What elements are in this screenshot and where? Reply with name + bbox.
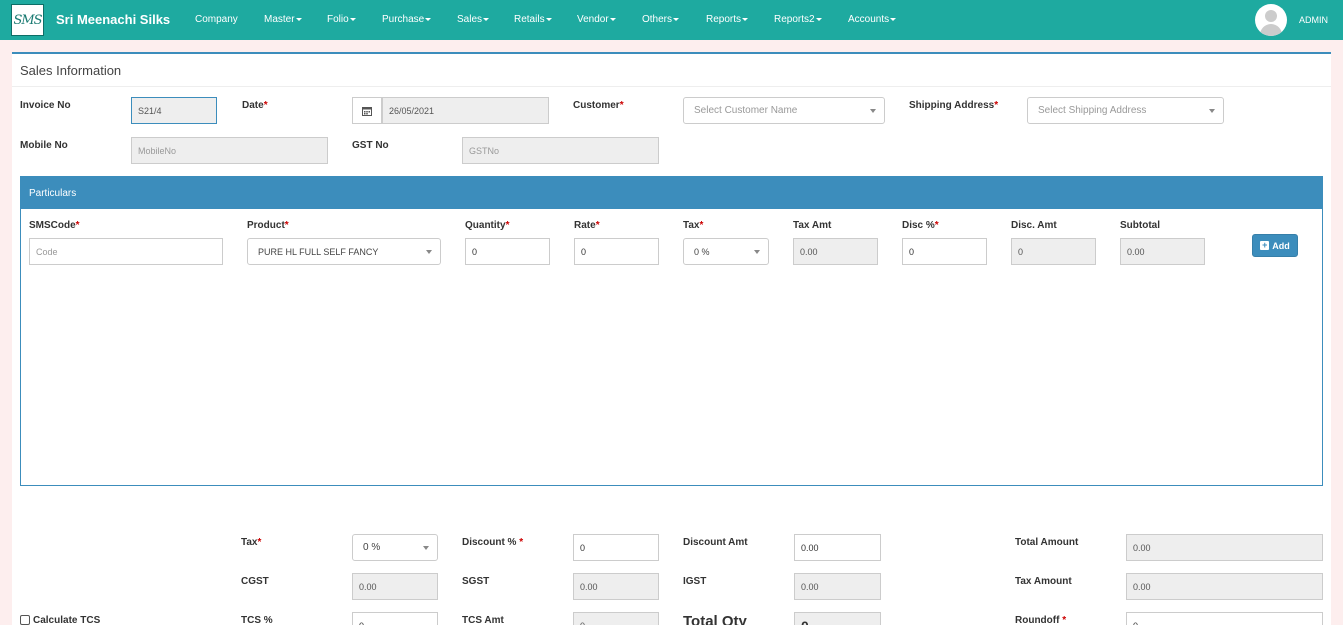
nav-vendor[interactable]: Vendor (577, 14, 616, 25)
brand-logo[interactable]: SMS (11, 4, 44, 36)
nav-master[interactable]: Master (264, 14, 302, 25)
tax-amt-label: Tax Amt (793, 220, 832, 231)
caret-down-icon (742, 17, 749, 21)
caret-down-icon (890, 17, 897, 21)
discount-pct-label: Discount % * (462, 537, 524, 548)
sgst-label: SGST (462, 576, 490, 587)
caret-down-icon (349, 17, 356, 21)
subtotal-label: Subtotal (1120, 220, 1160, 231)
cgst-label: CGST (241, 576, 269, 587)
customer-label: Customer* (573, 100, 624, 111)
plus-square-icon: + (1260, 240, 1270, 250)
tcs-pct-label: TCS % (241, 615, 273, 625)
discount-pct-input[interactable]: 0 (573, 534, 659, 561)
quantity-input[interactable]: 0 (465, 238, 550, 265)
shipping-address-select[interactable]: Select Shipping Address (1027, 97, 1224, 124)
tax-label: Tax* (683, 220, 704, 231)
tax-select[interactable]: 0 % (683, 238, 769, 265)
chevron-down-icon (423, 546, 429, 550)
nav-reports[interactable]: Reports (706, 14, 749, 25)
product-select[interactable]: PURE HL FULL SELF FANCY (247, 238, 441, 265)
nav-accounts[interactable]: Accounts (848, 14, 897, 25)
quantity-label: Quantity* (465, 220, 510, 231)
shipping-address-label: Shipping Address* (909, 100, 999, 111)
tax-amt-input[interactable]: 0.00 (793, 238, 878, 265)
subtotal-input[interactable]: 0.00 (1120, 238, 1205, 265)
nav-reports2[interactable]: Reports2 (774, 14, 822, 25)
smscode-label: SMSCode* (29, 220, 80, 231)
discount-amt-label: Discount Amt (683, 537, 748, 548)
caret-down-icon (483, 17, 490, 21)
roundoff-input[interactable]: 0 (1126, 612, 1323, 625)
total-amount-label: Total Amount (1015, 537, 1079, 548)
disc-amt-label: Disc. Amt (1011, 220, 1057, 231)
chevron-down-icon (870, 109, 876, 113)
gst-no-input[interactable]: GSTNo (462, 137, 659, 164)
sgst-input[interactable]: 0.00 (573, 573, 659, 600)
chevron-down-icon (426, 250, 432, 254)
mobile-no-label: Mobile No (20, 140, 68, 151)
total-qty-label: Total Qty (683, 613, 747, 625)
calculate-tcs-label: Calculate TCS (33, 615, 101, 625)
tax-amount-input[interactable]: 0.00 (1126, 573, 1323, 600)
total-qty-value: 0 (794, 612, 881, 625)
sales-information-panel: Sales Information Invoice No S21/4 Date*… (12, 52, 1331, 625)
caret-down-icon (609, 17, 616, 21)
summary-tax-label: Tax* (241, 537, 262, 548)
customer-select[interactable]: Select Customer Name (683, 97, 885, 124)
igst-label: IGST (683, 576, 707, 587)
invoice-no-label: Invoice No (20, 100, 71, 111)
disc-amt-input[interactable]: 0 (1011, 238, 1096, 265)
tax-amount-label: Tax Amount (1015, 576, 1072, 587)
user-name[interactable]: ADMIN (1299, 15, 1328, 25)
summary-tax-select[interactable]: 0 % (352, 534, 438, 561)
brand-name[interactable]: Sri Meenachi Silks (56, 12, 170, 27)
caret-down-icon (425, 17, 432, 21)
panel-title: Sales Information (20, 63, 122, 78)
calculate-tcs-checkbox[interactable] (20, 615, 30, 625)
caret-down-icon (295, 17, 302, 21)
nav-purchase[interactable]: Purchase (382, 14, 432, 25)
igst-input[interactable]: 0.00 (794, 573, 881, 600)
nav-others[interactable]: Others (642, 14, 680, 25)
chevron-down-icon (1209, 109, 1215, 113)
calendar-addon[interactable] (352, 97, 382, 124)
invoice-no-input[interactable]: S21/4 (131, 97, 217, 124)
product-label: Product* (247, 220, 289, 231)
nav-folio[interactable]: Folio (327, 14, 356, 25)
nav-company[interactable]: Company (195, 14, 238, 25)
disc-pct-input[interactable]: 0 (902, 238, 987, 265)
caret-down-icon (545, 17, 552, 21)
caret-down-icon (673, 17, 680, 21)
mobile-no-input[interactable]: MobileNo (131, 137, 328, 164)
rate-label: Rate* (574, 220, 600, 231)
nav-retails[interactable]: Retails (514, 14, 552, 25)
chevron-down-icon (754, 250, 760, 254)
add-particular-button[interactable]: + Add (1252, 234, 1298, 257)
cgst-input[interactable]: 0.00 (352, 573, 438, 600)
particulars-header: Particulars (21, 177, 1322, 209)
date-label: Date* (242, 100, 268, 111)
tcs-pct-input[interactable]: 0 (352, 612, 438, 625)
top-navbar: SMS Sri Meenachi Silks Company Master Fo… (0, 0, 1343, 40)
roundoff-label: Roundoff * (1015, 615, 1067, 625)
user-avatar-icon[interactable] (1255, 4, 1287, 36)
gst-no-label: GST No (352, 140, 389, 151)
tcs-amt-input[interactable]: 0 (573, 612, 659, 625)
date-input[interactable]: 26/05/2021 (382, 97, 549, 124)
disc-pct-label: Disc %* (902, 220, 939, 231)
total-amount-input[interactable]: 0.00 (1126, 534, 1323, 561)
nav-sales[interactable]: Sales (457, 14, 490, 25)
caret-down-icon (815, 17, 822, 21)
tcs-amt-label: TCS Amt (462, 615, 504, 625)
particulars-title: Particulars (29, 188, 77, 199)
discount-amt-input[interactable]: 0.00 (794, 534, 881, 561)
calendar-icon (362, 106, 372, 116)
divider (12, 86, 1331, 87)
rate-input[interactable]: 0 (574, 238, 659, 265)
particulars-box: Particulars SMSCode* Code Product* PURE … (20, 176, 1323, 486)
smscode-input[interactable]: Code (29, 238, 223, 265)
